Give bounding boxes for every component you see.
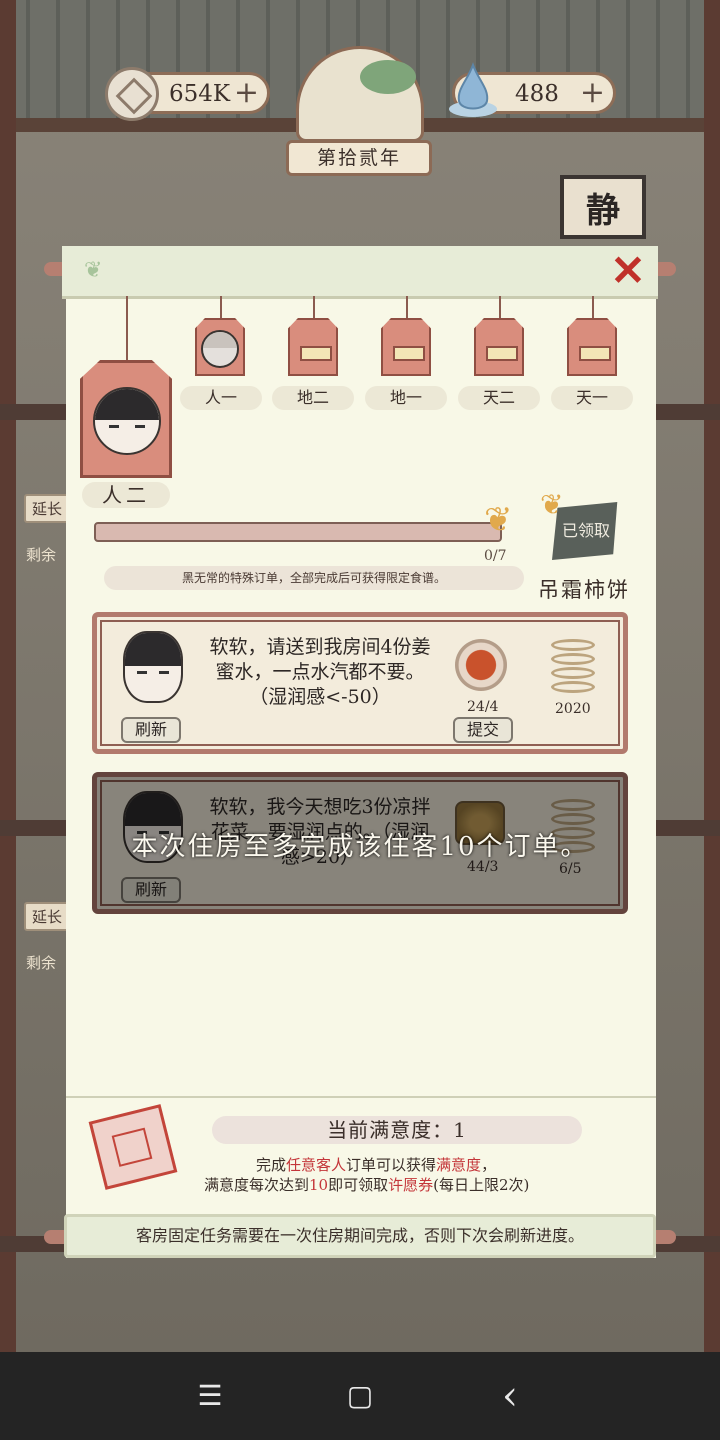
- guest-portrait: [123, 631, 183, 703]
- remaining-label: 剩余: [26, 954, 57, 972]
- satisfaction-title: 当前满意度：1: [212, 1116, 582, 1144]
- refresh-order-button[interactable]: 刷新: [121, 717, 181, 743]
- year-label: 第拾贰年: [286, 140, 432, 176]
- reward-recipe-name: 吊霜柿饼: [538, 578, 630, 602]
- water-value: 488: [515, 81, 559, 107]
- panel-header: [62, 246, 658, 299]
- order-request-text: 软软，请送到我房间4份姜蜜水，一点水汽都不要。（湿润感<-50）: [209, 636, 431, 708]
- remaining-label: 剩余: [26, 546, 57, 564]
- reward-amount: 2020: [555, 701, 591, 717]
- guest-tag-tian2[interactable]: [474, 318, 524, 376]
- home-icon[interactable]: ▢: [342, 1378, 378, 1414]
- reward-amount: 6/5: [559, 861, 582, 877]
- item-count: 24/4: [467, 699, 499, 715]
- tag-string: [126, 296, 128, 360]
- coin-counter: 654K +: [105, 67, 270, 121]
- pillar-right: [704, 0, 720, 1352]
- guest-tag-ren1[interactable]: [195, 318, 245, 376]
- coin-reward-icon: [545, 629, 599, 701]
- order-limit-message: 本次住房至多完成该住客10个订单。: [131, 832, 589, 862]
- system-nav-bar: ☰ ▢ ‹: [0, 1352, 720, 1440]
- pillar-left: [0, 0, 16, 1352]
- progress-count: 0/7: [484, 548, 507, 564]
- water-drop-icon: [449, 62, 497, 117]
- guest-tag-di2[interactable]: [288, 318, 338, 376]
- section-divider: [66, 1096, 656, 1098]
- guest-tag-label: 地二: [272, 386, 354, 410]
- footer-note: 客房固定任务需要在一次住房期间完成，否则下次会刷新进度。: [64, 1214, 656, 1258]
- current-guest-tag[interactable]: [80, 360, 172, 478]
- ginkgo-leaf-icon: ❦: [84, 258, 103, 283]
- recent-apps-icon[interactable]: ☰: [192, 1378, 228, 1414]
- calligraphy-sign: 静: [560, 175, 646, 239]
- close-button[interactable]: ✕: [608, 250, 648, 292]
- submit-order-button[interactable]: 提交: [453, 717, 513, 743]
- extend-button[interactable]: 延长: [24, 902, 71, 931]
- back-icon[interactable]: ‹: [492, 1376, 528, 1416]
- guest-avatar: [201, 330, 239, 368]
- special-order-progress-bar: [94, 522, 502, 542]
- satisfaction-rule-line2: 满意度每次达到10即可领取许愿券(每日上限2次): [204, 1176, 530, 1194]
- guest-tag-label: 地一: [365, 386, 447, 410]
- special-order-info: 黑无常的特殊订单，全部完成后可获得限定食谱。: [104, 566, 524, 590]
- guest-tag-tian1[interactable]: [567, 318, 617, 376]
- order-card: 刷新 软软，请送到我房间4份姜蜜水，一点水汽都不要。（湿润感<-50） 24/4…: [92, 612, 628, 754]
- water-counter: 488 +: [449, 62, 616, 117]
- current-guest-label: 人二: [82, 482, 170, 508]
- add-coins-button[interactable]: +: [234, 77, 259, 109]
- pine-tree-icon: [360, 60, 416, 94]
- butterfly-icon: ❦: [484, 500, 513, 540]
- coin-value: 654K: [169, 81, 231, 107]
- add-water-button[interactable]: +: [580, 77, 605, 109]
- refresh-order-button[interactable]: 刷新: [121, 877, 181, 903]
- butterfly-icon: ❦: [540, 488, 564, 521]
- extend-button[interactable]: 延长: [24, 494, 71, 523]
- guest-tag-di1[interactable]: [381, 318, 431, 376]
- ginger-honey-water-icon: [455, 639, 507, 691]
- guest-tag-label: 天二: [458, 386, 540, 410]
- guest-tag-label: 人一: [180, 386, 262, 410]
- satisfaction-rule-line1: 完成任意客人订单可以获得满意度，: [256, 1156, 497, 1174]
- guest-tag-label: 天一: [551, 386, 633, 410]
- coin-icon: [105, 67, 159, 121]
- guest-avatar: [93, 387, 161, 455]
